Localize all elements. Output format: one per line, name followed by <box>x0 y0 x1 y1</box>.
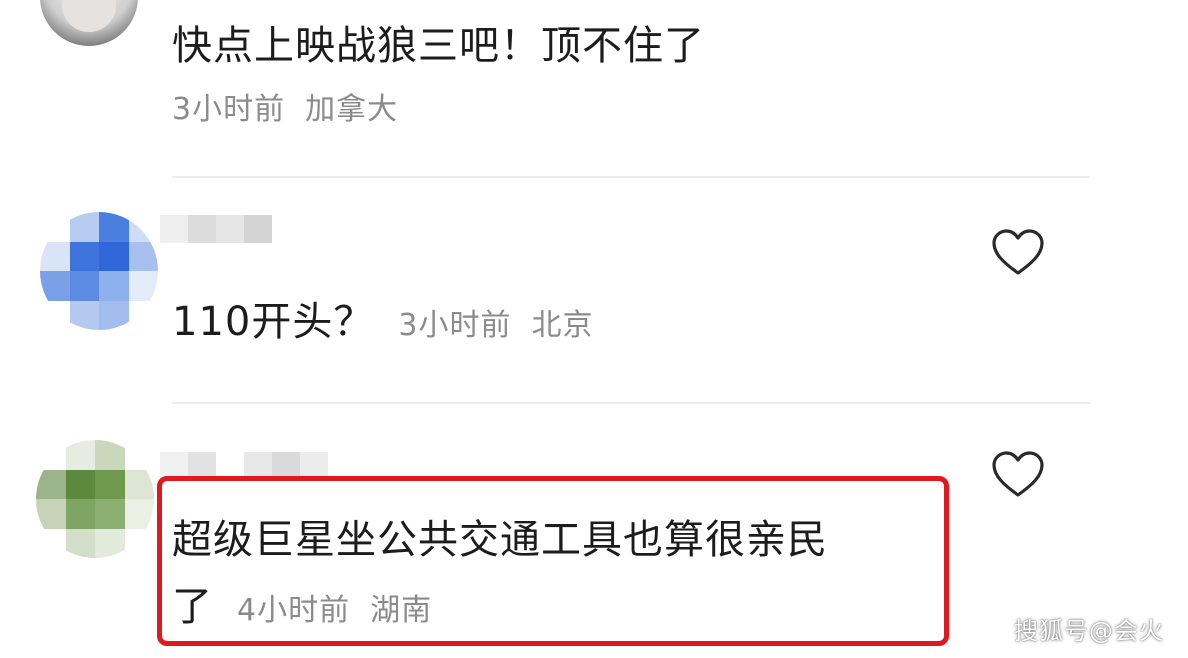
comment-time: 3小时前 <box>398 308 512 343</box>
divider <box>172 176 1090 178</box>
comment-text: 110开头？ 3小时前 北京 <box>172 300 593 344</box>
comment-time: 3小时前 <box>172 92 286 127</box>
avatar[interactable] <box>40 212 158 330</box>
heart-outline-icon[interactable] <box>990 228 1046 278</box>
comment-body: 110开头？ <box>172 299 375 345</box>
highlight-box <box>157 476 949 646</box>
divider <box>172 402 1090 404</box>
heart-outline-icon[interactable] <box>990 450 1046 500</box>
username-mosaic <box>160 215 272 243</box>
watermark: 搜狐号@会火 <box>1014 617 1164 645</box>
comment-location: 北京 <box>531 308 594 343</box>
avatar-face <box>62 0 116 32</box>
avatar[interactable] <box>36 440 154 558</box>
comment-meta: 3小时前 加拿大 <box>172 84 398 128</box>
comment-text: 快点上映战狼三吧！顶不住了 <box>172 23 705 69</box>
comment-location: 加拿大 <box>305 92 399 127</box>
avatar[interactable] <box>40 0 138 46</box>
